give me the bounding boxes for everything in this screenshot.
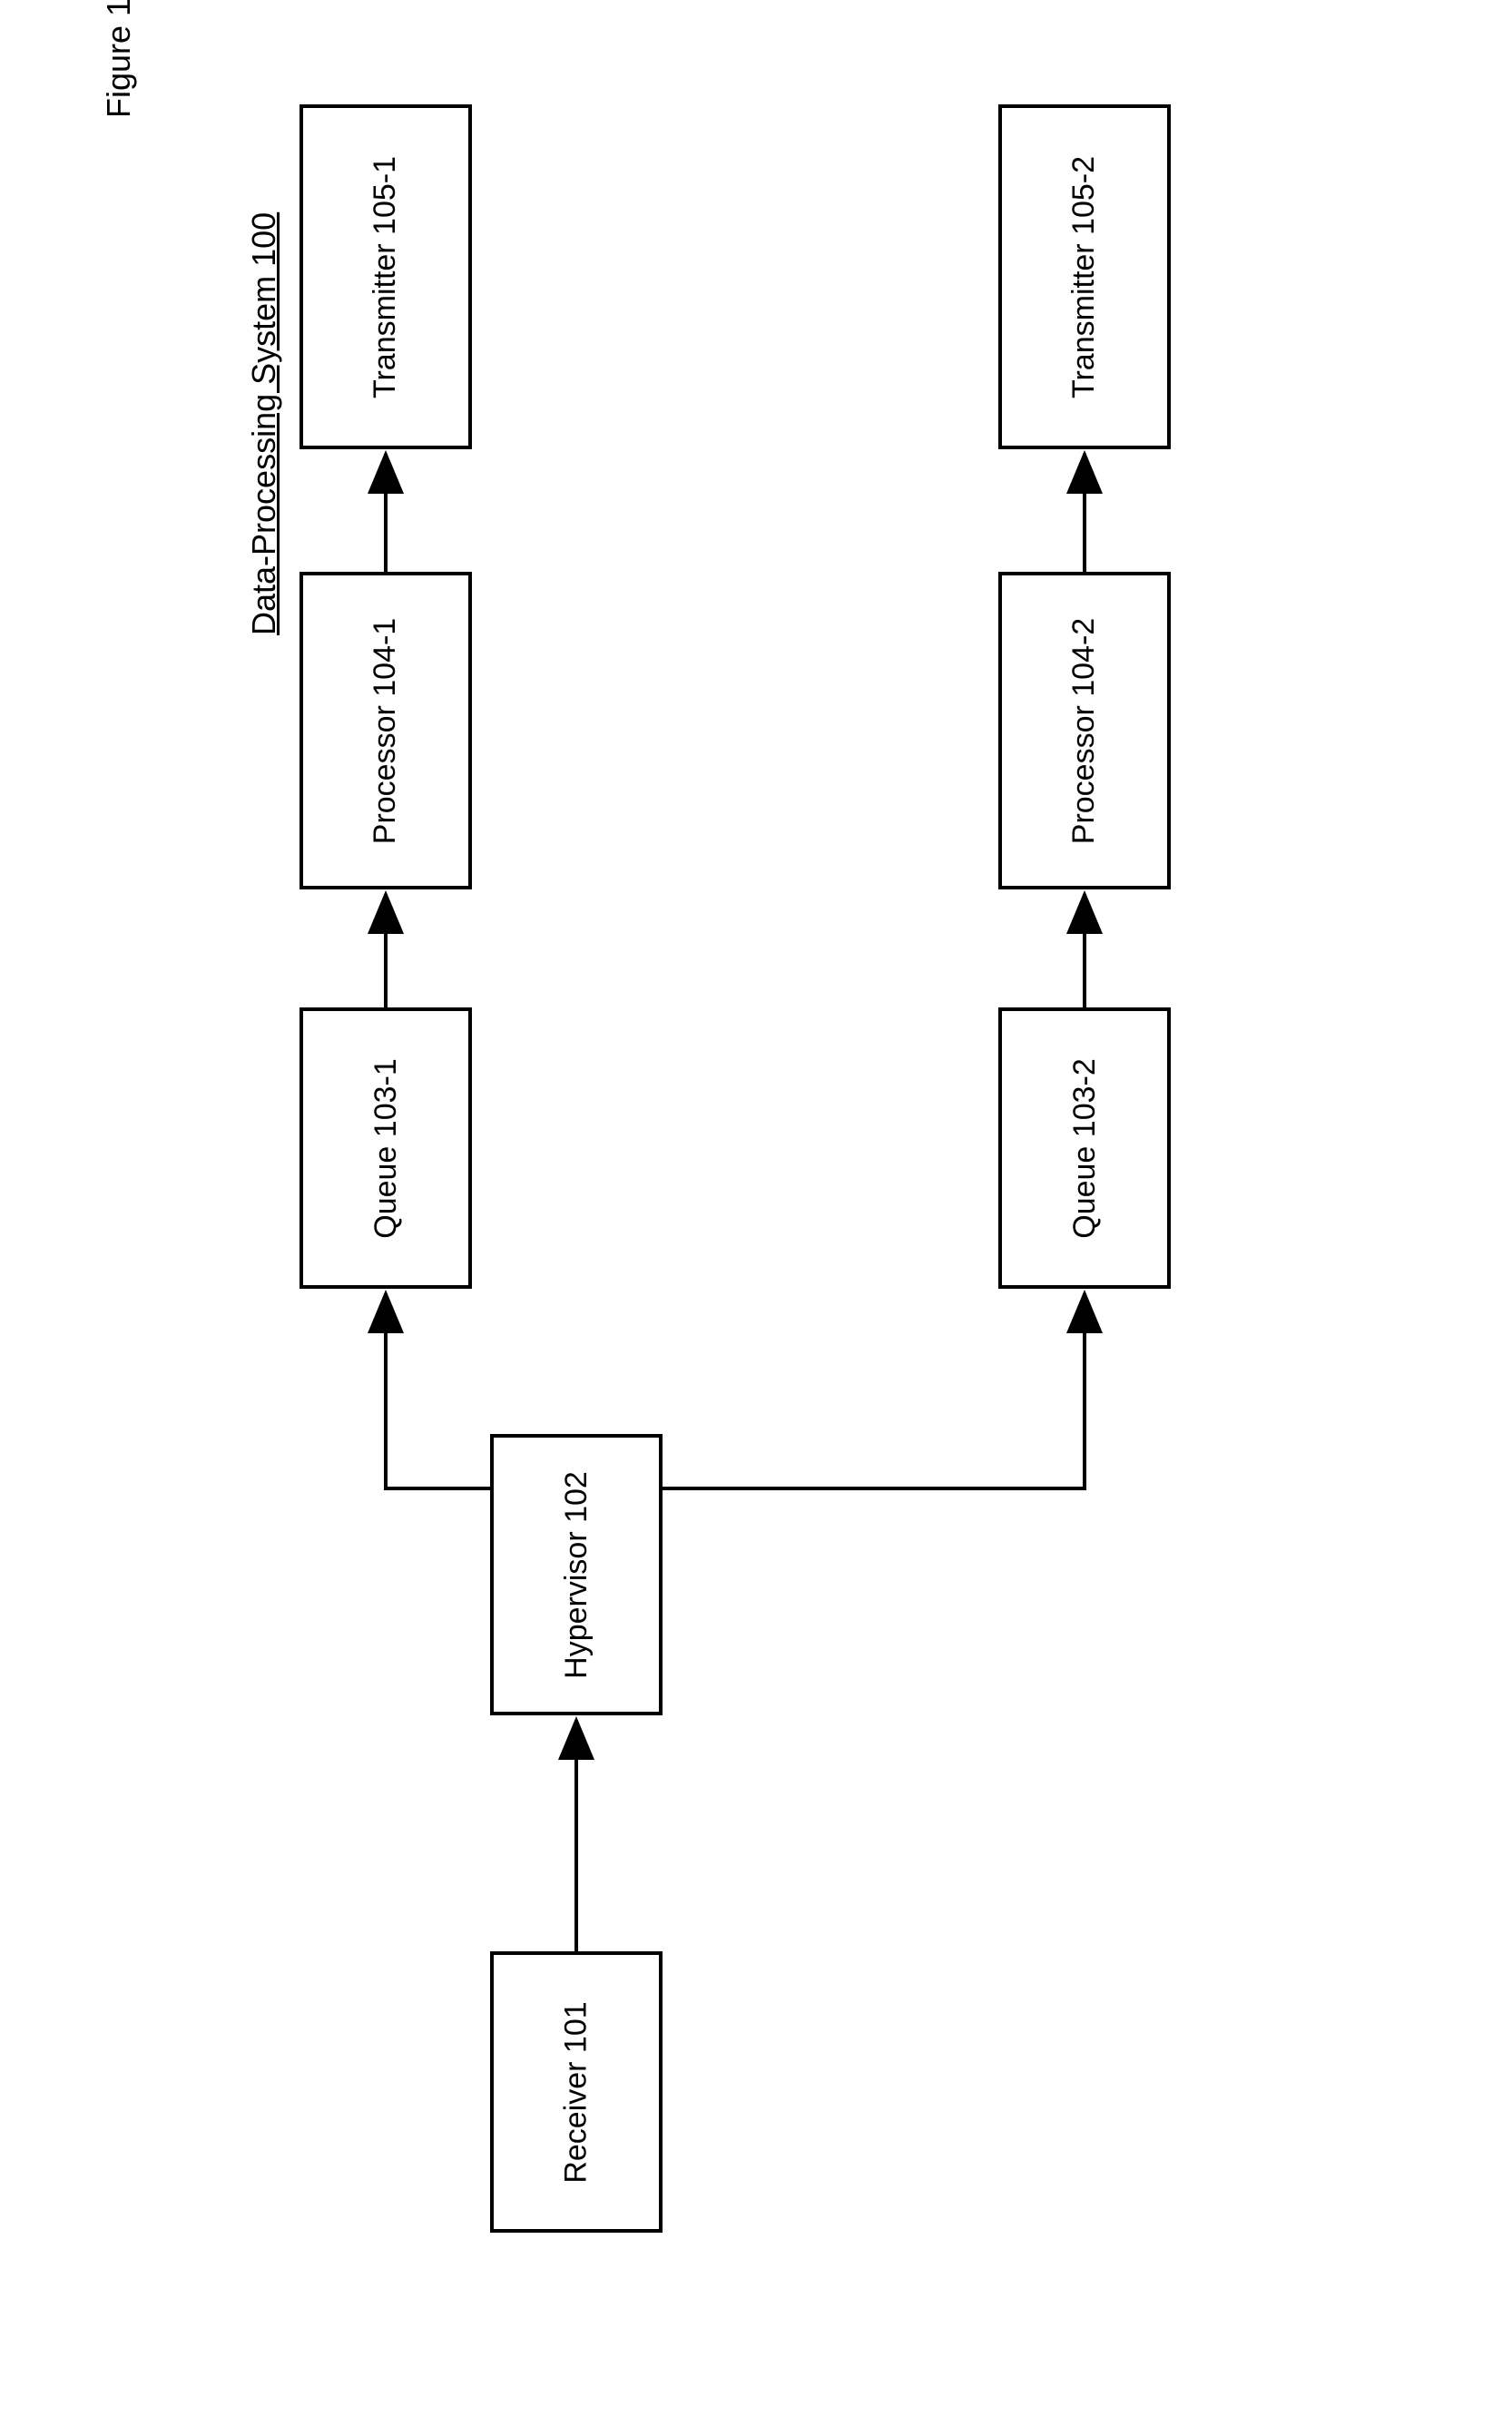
hypervisor-box: Hypervisor 102 (490, 1434, 663, 1715)
system-title: Data-Processing System 100 (245, 212, 283, 635)
processor1-box: Processor 104-1 (299, 572, 472, 889)
figure-label-text: Figure 1 (100, 0, 137, 118)
figure-label: Figure 1 (100, 0, 138, 118)
hypervisor-label: Hypervisor 102 (559, 1471, 594, 1679)
system-title-text: Data-Processing System 100 (245, 212, 282, 635)
arrows-layer (0, 0, 1512, 2416)
receiver-box: Receiver 101 (490, 1951, 663, 2233)
processor1-label: Processor 104-1 (368, 617, 404, 843)
queue2-box: Queue 103-2 (998, 1007, 1171, 1289)
queue1-label: Queue 103-1 (368, 1058, 404, 1239)
processor2-box: Processor 104-2 (998, 572, 1171, 889)
queue2-label: Queue 103-2 (1067, 1058, 1103, 1239)
transmitter1-box: Transmitter 105-1 (299, 104, 472, 449)
transmitter2-label: Transmitter 105-2 (1067, 155, 1103, 398)
queue1-box: Queue 103-1 (299, 1007, 472, 1289)
transmitter2-box: Transmitter 105-2 (998, 104, 1171, 449)
receiver-label: Receiver 101 (559, 2001, 594, 2183)
processor2-label: Processor 104-2 (1067, 617, 1103, 843)
transmitter1-label: Transmitter 105-1 (368, 155, 404, 398)
